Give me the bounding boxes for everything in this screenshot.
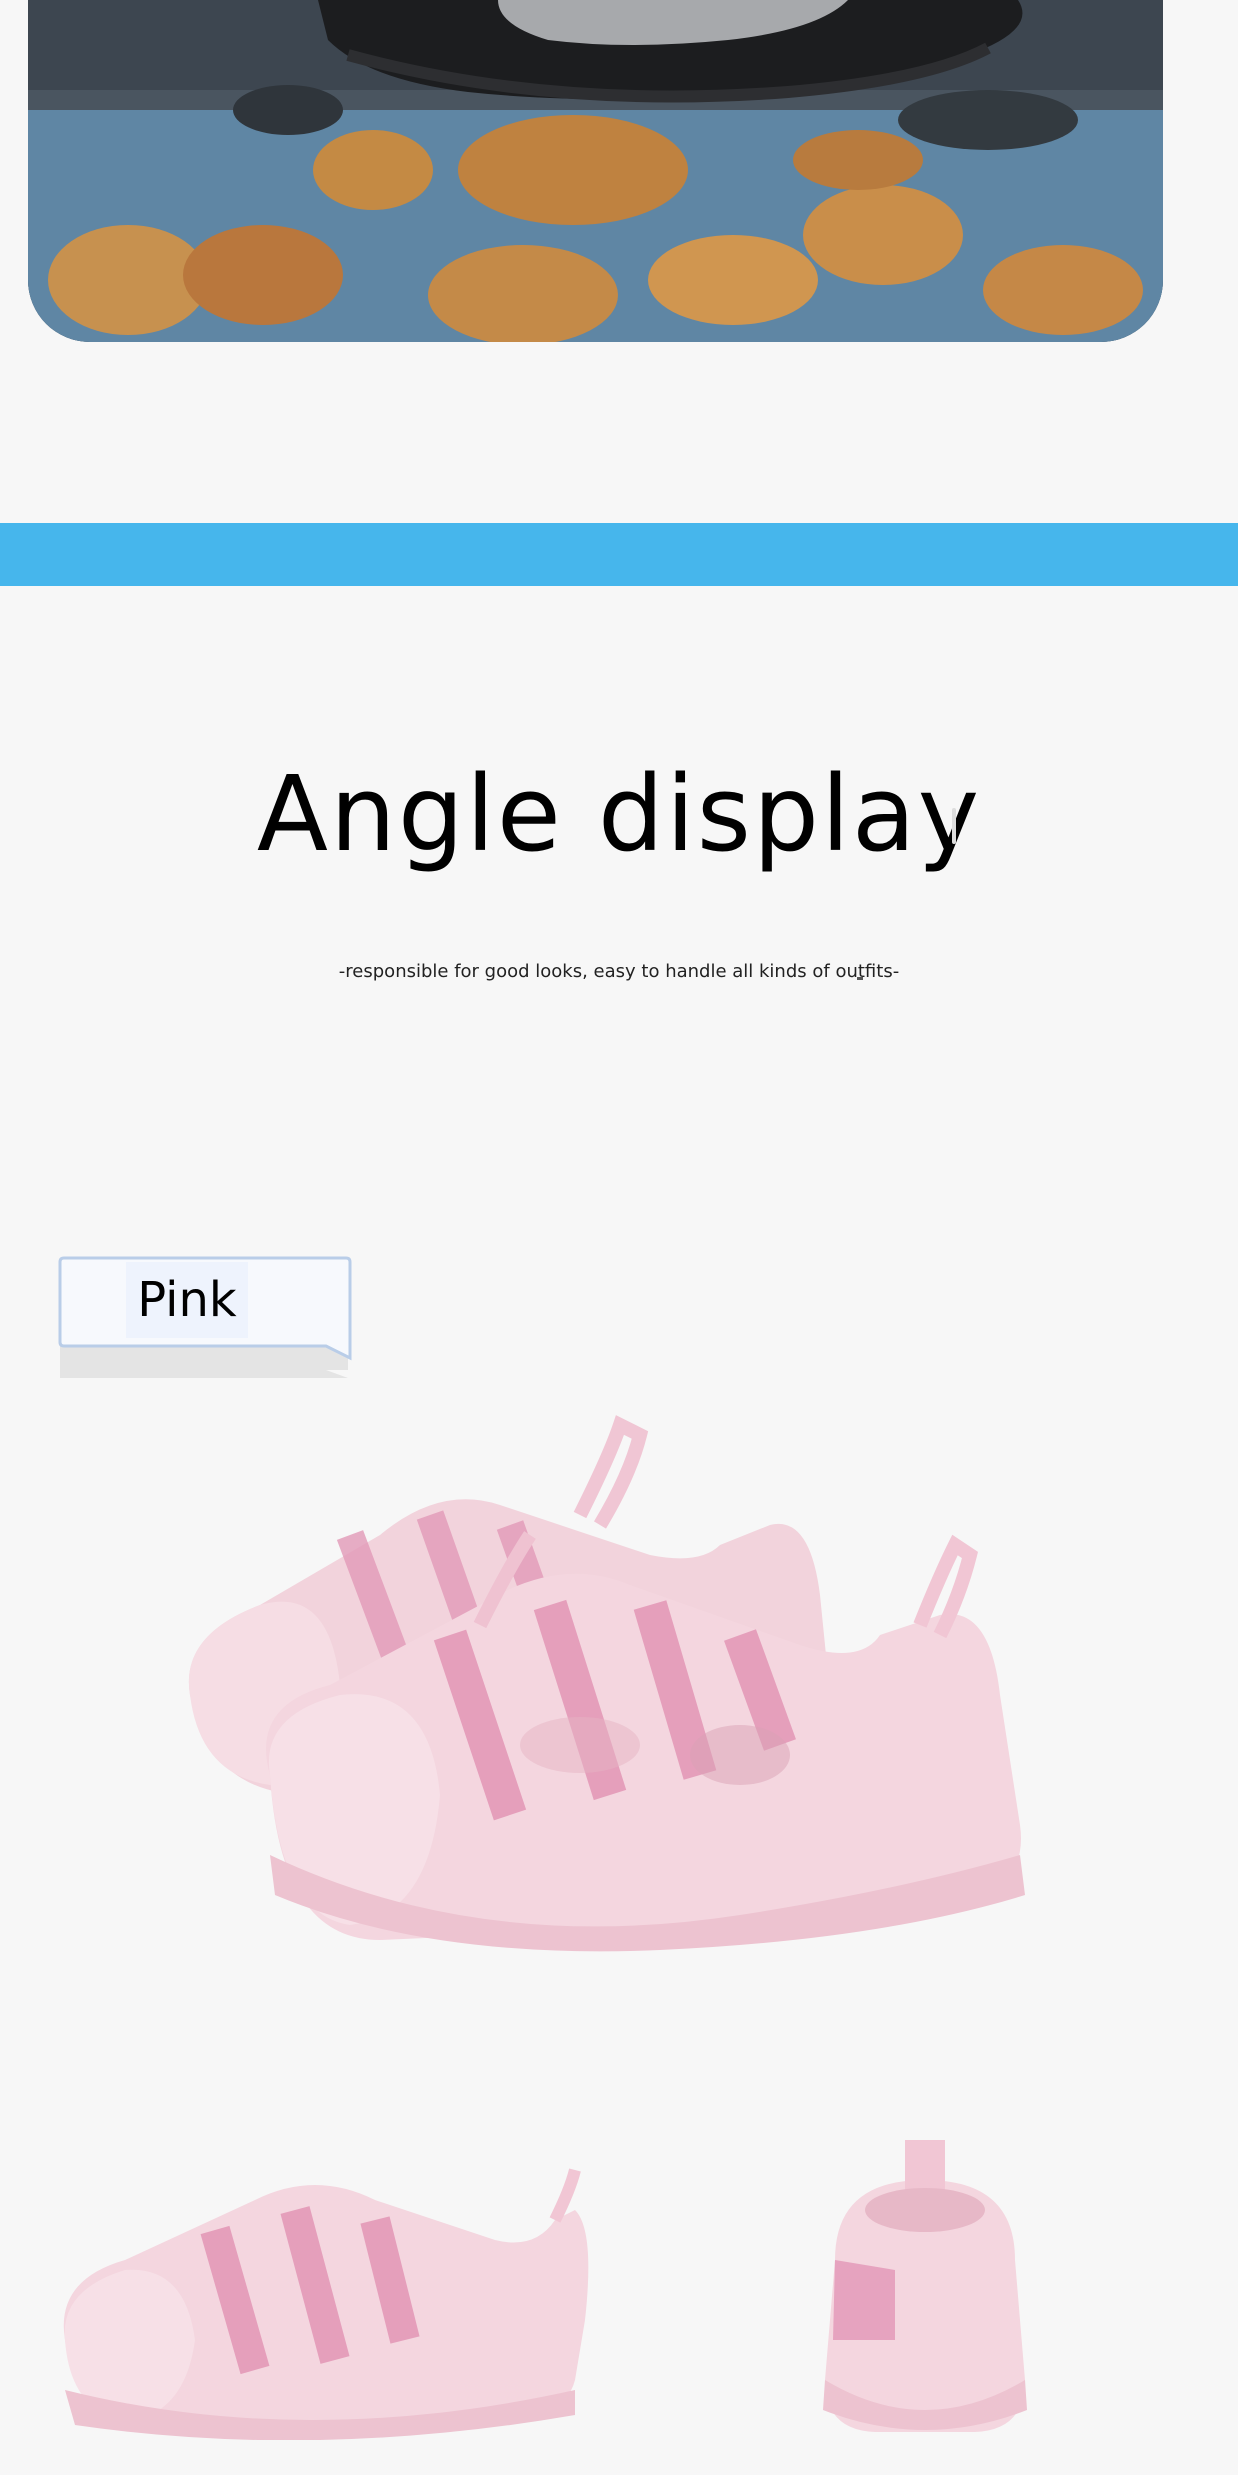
hero-product-image bbox=[28, 0, 1163, 342]
pink-sandal-side-icon bbox=[55, 2140, 595, 2441]
decorative-dot bbox=[857, 977, 863, 980]
pink-sandal-back-icon bbox=[805, 2140, 1045, 2440]
hero-photo-icon bbox=[28, 0, 1163, 342]
color-tag-label: Pink bbox=[126, 1262, 248, 1338]
decorative-divider bbox=[952, 808, 956, 844]
section-subtitle: -responsible for good looks, easy to han… bbox=[338, 961, 900, 982]
pink-sandal-pair-icon bbox=[180, 1395, 1040, 1975]
accent-band bbox=[0, 523, 1238, 586]
section-title: Angle display bbox=[256, 753, 982, 875]
